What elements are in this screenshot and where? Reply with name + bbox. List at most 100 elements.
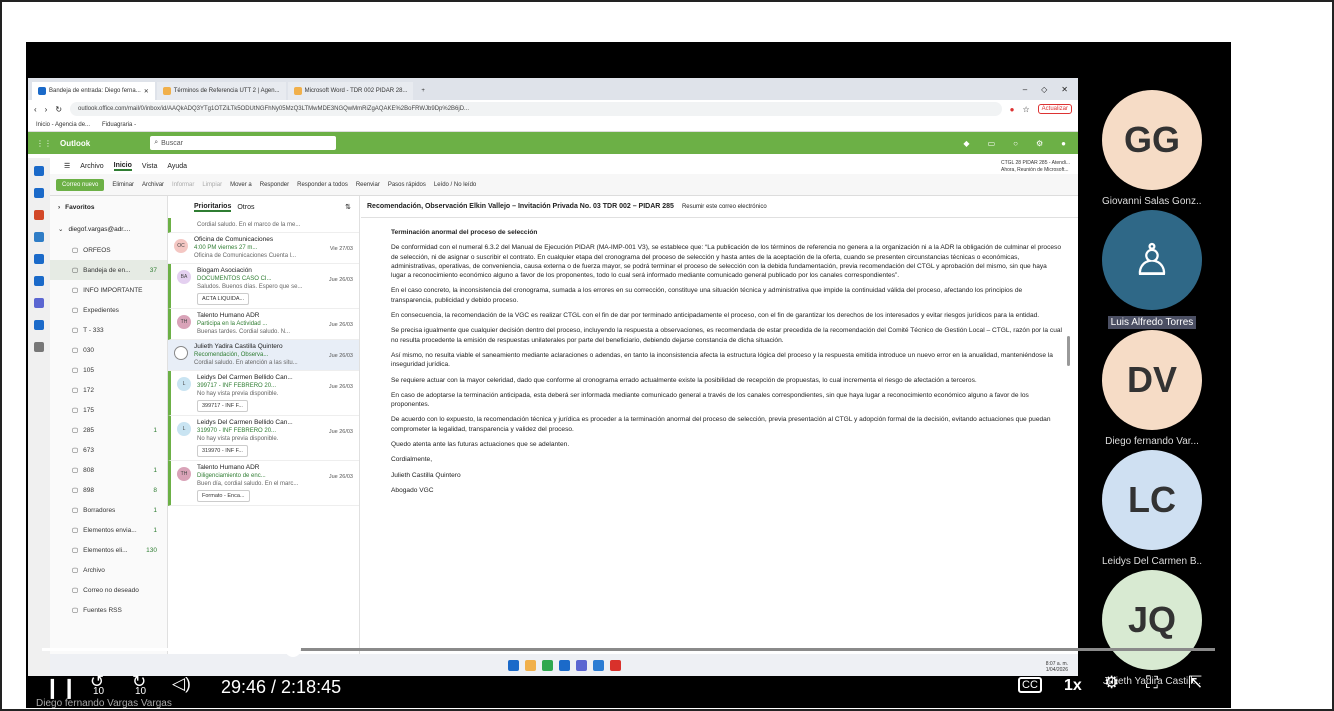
list-item[interactable]: BA Biogam Asociación DOCUMENTOS CASO CI...… — [168, 264, 359, 309]
move-button[interactable]: Mover a — [230, 182, 252, 188]
playback-speed-button[interactable]: 1x — [1064, 677, 1082, 695]
reload-icon[interactable]: ↻ — [55, 105, 62, 114]
folder-item[interactable]: ▢ 898 8 — [50, 480, 167, 500]
word-taskbar-icon[interactable] — [592, 659, 604, 671]
progress-bar[interactable] — [42, 641, 1215, 657]
browser-tab-outlook[interactable]: Bandeja de entrada: Diego ferna... ✕ — [32, 82, 155, 100]
folder-item[interactable]: ▢ Elementos eli... 130 — [50, 540, 167, 560]
folder-item[interactable]: ▢ Bandeja de en... 37 — [50, 260, 167, 280]
minimize-icon[interactable]: – — [1023, 85, 1027, 94]
participant-tile[interactable]: ♙ Luis Alfredo Torres — [1102, 210, 1202, 334]
folder-item[interactable]: ▢ INFO IMPORTANTE — [50, 280, 167, 300]
folder-item[interactable]: ▢ Expedientes — [50, 300, 167, 320]
outlook-taskbar-icon[interactable] — [558, 659, 570, 671]
org-icon[interactable] — [34, 298, 44, 308]
close-icon[interactable]: ✕ — [1061, 85, 1068, 94]
folder-item[interactable]: ▢ Elementos envia... 1 — [50, 520, 167, 540]
folder-item[interactable]: ▢ 673 — [50, 440, 167, 460]
list-item[interactable]: TH Talento Humano ADR Diligenciamiento de … — [168, 461, 359, 506]
attachment-chip[interactable]: ACTA LIQUIDA... — [197, 293, 250, 305]
folder-item[interactable]: ▢ 808 1 — [50, 460, 167, 480]
browser-icon[interactable] — [541, 659, 553, 671]
back-icon[interactable]: ‹ — [34, 105, 37, 114]
fullscreen-icon[interactable]: ⛶ — [1146, 673, 1158, 693]
forward-icon[interactable]: › — [45, 105, 48, 114]
todo-icon[interactable] — [34, 254, 44, 264]
app-launcher-icon[interactable]: ⋮⋮ — [36, 139, 52, 148]
menu-archivo[interactable]: Archivo — [80, 163, 103, 170]
tab-otros[interactable]: Otros — [237, 204, 254, 211]
forward-button[interactable]: Reenviar — [356, 182, 380, 188]
file-explorer-icon[interactable] — [524, 659, 536, 671]
folder-item[interactable]: ▢ 105 — [50, 360, 167, 380]
files-icon[interactable] — [34, 276, 44, 286]
captions-button[interactable]: CC — [1018, 677, 1042, 693]
calendar-icon[interactable] — [34, 188, 44, 198]
list-item[interactable]: L Leidys Del Carmen Bellido Can... 399717 … — [168, 371, 359, 416]
menu-ayuda[interactable]: Ayuda — [167, 163, 187, 170]
avatar[interactable]: ● — [1061, 139, 1066, 148]
new-tab-button[interactable]: + — [415, 82, 431, 100]
people-icon[interactable] — [34, 232, 44, 242]
folder-item[interactable]: ▢ Fuentes RSS — [50, 600, 167, 620]
clean-button[interactable]: Limpiar — [202, 182, 222, 188]
list-item[interactable]: OC Oficina de Comunicaciones 4:00 PM viern… — [168, 233, 359, 264]
favorites-header[interactable]: › Favoritos — [50, 196, 167, 218]
account-header[interactable]: ⌄ diegof.vargas@adr.... — [50, 218, 167, 240]
tab-prioritarios[interactable]: Prioritarios — [194, 203, 232, 212]
rewind-10-icon[interactable]: ↺ 10 — [90, 672, 104, 697]
progress-knob[interactable] — [285, 641, 302, 657]
bookmark-fiduagraria[interactable]: Fiduagraria - — [102, 122, 136, 128]
menu-vista[interactable]: Vista — [142, 163, 157, 170]
folder-item[interactable]: ▢ 175 — [50, 400, 167, 420]
bookmark-icon[interactable]: ☆ — [1022, 105, 1029, 114]
search-input[interactable]: ⌕ Buscar — [150, 136, 337, 150]
extension-icon[interactable]: ● — [1010, 105, 1015, 114]
folder-item[interactable]: ▢ ORFEOS — [50, 240, 167, 260]
apps-icon[interactable] — [34, 342, 44, 352]
attachment-chip[interactable]: 319970 - INF F... — [197, 445, 248, 457]
open-external-icon[interactable]: ⇱ — [1188, 673, 1202, 693]
copilot-icon[interactable] — [34, 210, 44, 220]
bookmark-inicio[interactable]: Inicio - Agencia de... — [36, 122, 90, 128]
mail-icon[interactable] — [34, 166, 44, 176]
filter-icon[interactable]: ⇅ — [345, 203, 351, 211]
menu-icon[interactable]: ☰ — [64, 162, 70, 170]
report-button[interactable]: Informar — [172, 182, 194, 188]
teams-taskbar-icon[interactable] — [575, 659, 587, 671]
folder-item[interactable]: ▢ 172 — [50, 380, 167, 400]
browser-tab-terminos[interactable]: Términos de Referencia UTT 2 | Agen... — [156, 82, 286, 100]
meeting-reminder[interactable]: CTGL 28 PIDAR 285 - Atendi... Ahora, Reun… — [1001, 160, 1070, 174]
gear-icon[interactable]: ⚙ — [1104, 673, 1119, 693]
windows-start-icon[interactable] — [507, 659, 519, 671]
list-item[interactable]: Julieth Yadira Castilla Quintero Recomend… — [168, 340, 359, 371]
onedrive-icon[interactable] — [34, 320, 44, 330]
restore-icon[interactable]: ◇ — [1041, 85, 1047, 94]
participant-tile[interactable]: GG Giovanni Salas Gonz... — [1102, 90, 1202, 207]
folder-item[interactable]: ▢ T - 333 — [50, 320, 167, 340]
chat-icon[interactable]: ▭ — [988, 139, 996, 148]
folder-item[interactable]: ▢ 030 — [50, 340, 167, 360]
reply-button[interactable]: Responder — [260, 182, 289, 188]
read-unread-button[interactable]: Leído / No leído — [434, 182, 476, 188]
reading-scrollbar[interactable] — [1067, 336, 1070, 366]
volume-icon[interactable]: ◁) — [172, 674, 191, 694]
pdf-taskbar-icon[interactable] — [609, 659, 621, 671]
pause-icon[interactable]: ❙❙ — [44, 675, 78, 700]
forward-10-icon[interactable]: ↻ 10 — [132, 672, 146, 697]
reply-all-button[interactable]: Responder a todos — [297, 182, 348, 188]
bell-icon[interactable]: ○ — [1013, 139, 1018, 148]
participant-tile[interactable]: JQ Julieth Yadira Castill... — [1102, 570, 1202, 687]
folder-item[interactable]: ▢ 285 1 — [50, 420, 167, 440]
new-mail-button[interactable]: Correo nuevo — [56, 178, 105, 191]
participant-tile[interactable]: DV Diego fernando Var... — [1102, 330, 1202, 447]
browser-tab-word[interactable]: Microsoft Word - TDR 002 PIDAR 28... — [287, 82, 414, 100]
summarize-button[interactable]: Resumir este correo electrónico — [682, 204, 767, 210]
list-item[interactable]: L Leidys Del Carmen Bellido Can... 319970 … — [168, 416, 359, 461]
folder-item[interactable]: ▢ Archivo — [50, 560, 167, 580]
teams-icon[interactable]: ◆ — [963, 139, 969, 148]
list-item[interactable]: TH Talento Humano ADR Participa en la Acti… — [168, 309, 359, 340]
attachment-chip[interactable]: Formato - Enca... — [197, 490, 250, 502]
participant-tile[interactable]: LC Leidys Del Carmen B... — [1102, 450, 1202, 567]
archive-button[interactable]: Archivar — [142, 182, 164, 188]
